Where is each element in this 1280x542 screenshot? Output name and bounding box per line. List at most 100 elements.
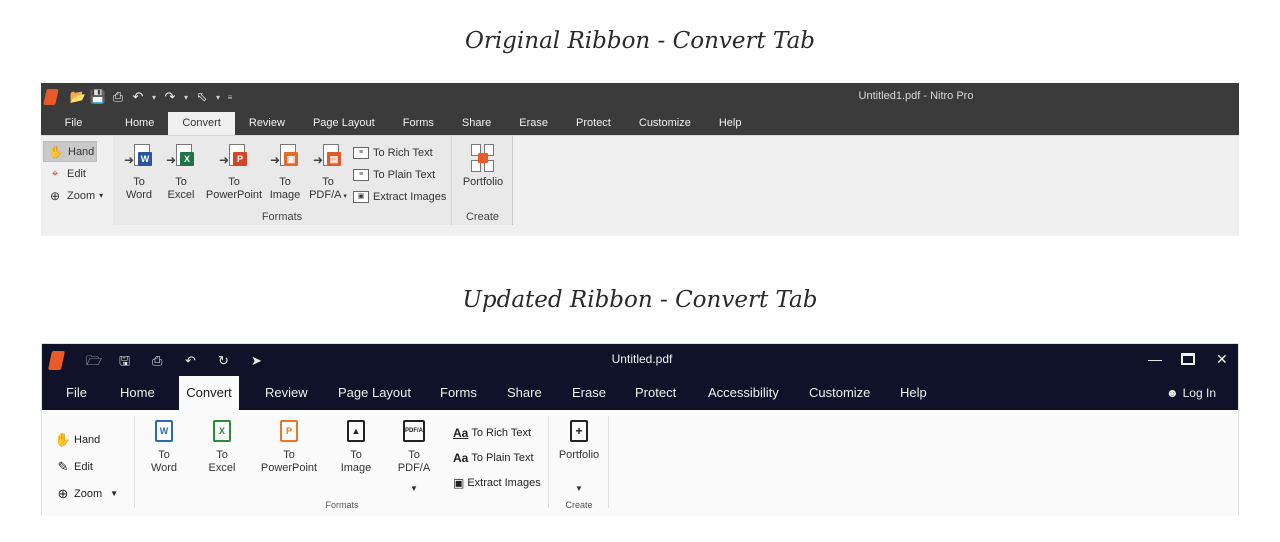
zoom-icon: ⊕ bbox=[49, 188, 61, 203]
portfolio-button[interactable]: Portfolio bbox=[457, 142, 509, 189]
to-rich-text-button[interactable]: Aa To Rich Text bbox=[453, 420, 541, 445]
to-rich-text-label: To Rich Text bbox=[373, 147, 433, 159]
to-pdfa-label-1: To bbox=[322, 176, 334, 188]
formats-group-label: Formats bbox=[325, 500, 359, 510]
tab-customize[interactable]: Customize bbox=[625, 112, 705, 135]
redo-icon[interactable]: ↷ bbox=[161, 88, 179, 106]
print-icon[interactable]: ⎙ bbox=[109, 88, 127, 106]
extract-images-button[interactable]: ▣ Extract Images bbox=[453, 470, 541, 495]
tab-erase[interactable]: Erase bbox=[505, 112, 562, 135]
to-excel-label-1: To bbox=[175, 176, 187, 188]
tab-accessibility[interactable]: Accessibility bbox=[708, 376, 779, 410]
redo-icon[interactable]: ↻ bbox=[218, 352, 251, 370]
login-button[interactable]: ☻ Log In bbox=[1166, 376, 1216, 410]
extract-images-label: Extract Images bbox=[373, 191, 447, 203]
to-pdfa-label-1: To bbox=[408, 449, 420, 461]
undo-dropdown-icon[interactable]: ▾ bbox=[149, 93, 159, 102]
select-icon[interactable]: ⬁ bbox=[193, 88, 211, 106]
customize-qat-icon[interactable]: ≡ bbox=[225, 93, 235, 102]
to-plain-text-label: To Plain Text bbox=[373, 169, 436, 181]
extract-images-button[interactable]: ▣ Extract Images bbox=[353, 186, 446, 208]
tab-forms[interactable]: Forms bbox=[440, 376, 477, 410]
word-file-icon: W bbox=[155, 420, 173, 442]
to-pdfa-label-2: PDF/A bbox=[397, 462, 431, 474]
tab-file[interactable]: File bbox=[41, 112, 106, 135]
tab-help[interactable]: Help bbox=[705, 112, 756, 135]
to-excel-label-2: Excel bbox=[208, 462, 236, 474]
to-image-label-1: To bbox=[350, 449, 362, 461]
updated-ribbon: 🗁 🖫 ⎙ ↶ ↻ ➤ Untitled.pdf — ✕ File Home C… bbox=[41, 343, 1239, 516]
tab-page-layout[interactable]: Page Layout bbox=[299, 112, 389, 135]
to-word-button[interactable]: W To Word bbox=[145, 420, 183, 475]
tab-file[interactable]: File bbox=[66, 376, 87, 410]
minimize-icon[interactable]: — bbox=[1148, 351, 1162, 367]
tab-page-layout[interactable]: Page Layout bbox=[338, 376, 411, 410]
undo-icon[interactable]: ↶ bbox=[129, 88, 147, 106]
to-excel-button[interactable]: ➜ X To Excel bbox=[163, 142, 199, 202]
tab-convert[interactable]: Convert bbox=[179, 376, 239, 410]
to-excel-button[interactable]: X To Excel bbox=[203, 420, 241, 475]
nitro-logo-icon bbox=[43, 89, 59, 105]
tab-help[interactable]: Help bbox=[900, 376, 927, 410]
hand-tool-button[interactable]: ✋ Hand bbox=[43, 141, 97, 162]
window-title: Untitled1.pdf - Nitro Pro bbox=[858, 90, 974, 102]
tab-protect[interactable]: Protect bbox=[635, 376, 676, 410]
to-pdfa-button[interactable]: ➜ ▤ To PDF/A ▾ bbox=[306, 142, 350, 203]
nitro-logo-icon bbox=[47, 351, 66, 370]
maximize-icon[interactable] bbox=[1181, 353, 1195, 365]
print-icon[interactable]: ⎙ bbox=[152, 352, 185, 370]
excel-file-icon: X bbox=[213, 420, 231, 442]
tab-forms[interactable]: Forms bbox=[389, 112, 448, 135]
formats-group-label: Formats bbox=[261, 211, 303, 223]
image-doc-icon: ➜ ▣ bbox=[270, 142, 300, 174]
tab-home[interactable]: Home bbox=[120, 376, 155, 410]
to-word-label-1: To bbox=[133, 176, 145, 188]
tab-home[interactable]: Home bbox=[111, 112, 168, 135]
portfolio-button[interactable]: + Portfolio ▼ bbox=[555, 420, 603, 495]
to-powerpoint-button[interactable]: P To PowerPoint bbox=[260, 420, 318, 475]
to-image-button[interactable]: ➜ ▣ To Image bbox=[267, 142, 303, 202]
tab-review[interactable]: Review bbox=[265, 376, 308, 410]
excel-doc-icon: ➜ X bbox=[166, 142, 196, 174]
to-word-button[interactable]: ➜ W To Word bbox=[121, 142, 157, 202]
open-folder-icon[interactable]: 🗁 bbox=[86, 352, 119, 370]
zoom-icon: ⊕ bbox=[57, 485, 69, 501]
original-nav-tools: ✋ Hand ⌖ Edit ⊕ Zoom ▾ bbox=[43, 141, 113, 207]
select-dropdown-icon[interactable]: ▾ bbox=[213, 93, 223, 102]
open-folder-icon[interactable]: 📂 bbox=[69, 88, 87, 106]
zoom-tool-button[interactable]: ⊕ Zoom ▼ bbox=[54, 480, 119, 507]
to-pdfa-button[interactable]: PDF/A To PDF/A ▼ bbox=[394, 420, 434, 495]
tab-customize[interactable]: Customize bbox=[809, 376, 870, 410]
to-powerpoint-button[interactable]: ➜ P To PowerPoint bbox=[203, 142, 265, 202]
save-icon[interactable]: 💾 bbox=[89, 88, 107, 106]
tab-protect[interactable]: Protect bbox=[562, 112, 625, 135]
window-title: Untitled.pdf bbox=[611, 352, 673, 366]
zoom-dropdown-icon: ▾ bbox=[99, 191, 104, 200]
portfolio-icon: + bbox=[570, 420, 588, 442]
edit-tool-button[interactable]: ✎ Edit bbox=[54, 453, 118, 480]
undo-icon[interactable]: ↶ bbox=[185, 352, 218, 370]
to-plain-text-button[interactable]: ≡ To Plain Text bbox=[353, 164, 446, 186]
powerpoint-file-icon: P bbox=[280, 420, 298, 442]
zoom-tool-button[interactable]: ⊕ Zoom ▾ bbox=[43, 185, 113, 206]
to-plain-text-button[interactable]: Aa To Plain Text bbox=[453, 445, 541, 470]
to-rich-text-button[interactable]: ≡ To Rich Text bbox=[353, 142, 446, 164]
portfolio-dropdown-icon[interactable]: ▼ bbox=[555, 482, 603, 495]
redo-dropdown-icon[interactable]: ▾ bbox=[181, 93, 191, 102]
updated-ribbon-body: ✋ Hand ✎ Edit ⊕ Zoom ▼ W To Word X To Ex… bbox=[42, 410, 1238, 516]
tab-review[interactable]: Review bbox=[235, 112, 299, 135]
edit-tool-button[interactable]: ⌖ Edit bbox=[43, 163, 113, 184]
tab-erase[interactable]: Erase bbox=[572, 376, 606, 410]
tab-convert[interactable]: Convert bbox=[168, 112, 235, 135]
select-cursor-icon[interactable]: ➤ bbox=[251, 352, 284, 370]
to-image-button[interactable]: ▲ To Image bbox=[337, 420, 375, 475]
to-word-label-2: Word bbox=[125, 189, 153, 201]
close-icon[interactable]: ✕ bbox=[1216, 351, 1228, 367]
tab-share[interactable]: Share bbox=[448, 112, 505, 135]
extract-images-icon: ▣ bbox=[353, 191, 369, 203]
tab-share[interactable]: Share bbox=[507, 376, 542, 410]
hand-tool-button[interactable]: ✋ Hand bbox=[54, 426, 118, 453]
pdfa-dropdown-icon[interactable]: ▼ bbox=[394, 482, 434, 495]
save-icon[interactable]: 🖫 bbox=[119, 352, 152, 370]
portfolio-label: Portfolio bbox=[462, 176, 504, 188]
